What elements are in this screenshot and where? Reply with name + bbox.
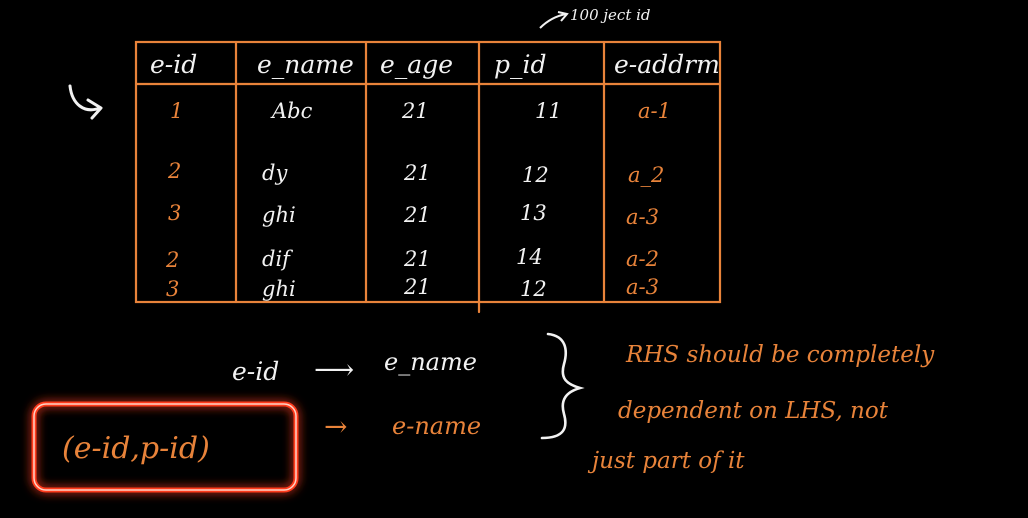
cell-e-addr: a-3 xyxy=(626,275,659,299)
cell-e-addr: a-3 xyxy=(626,205,659,229)
cell-e-age: 21 xyxy=(403,247,431,271)
fd1-rhs: e_name xyxy=(384,348,477,376)
whiteboard: 100 ject id e-id e_name e_age p_id e-add… xyxy=(0,0,1028,518)
cell-p-id: 14 xyxy=(516,245,543,269)
table-row: 2 dif 21 14 a-2 xyxy=(165,245,659,272)
cell-p-id: 12 xyxy=(520,277,547,301)
cell-e-name: Abc xyxy=(270,99,313,123)
cell-e-id: 2 xyxy=(165,248,179,272)
cell-e-addr: a_2 xyxy=(628,163,664,187)
cell-e-name: ghi xyxy=(262,203,296,227)
cell-e-id: 3 xyxy=(168,201,181,225)
fd-2: (e-id,p-id) → e-name xyxy=(62,410,481,466)
cell-e-age: 21 xyxy=(403,203,431,227)
cell-p-id: 12 xyxy=(522,163,549,187)
note-line-2: dependent on LHS, not xyxy=(618,398,889,424)
cell-e-id: 2 xyxy=(167,159,181,183)
header-e-age: e_age xyxy=(380,50,453,79)
table-row: 3 ghi 21 12 a-3 xyxy=(166,275,659,301)
header-e-addr: e-addrm xyxy=(614,50,720,79)
cell-e-name: dy xyxy=(262,161,288,185)
header-p-id: p_id xyxy=(494,50,547,79)
whiteboard-canvas: 100 ject id e-id e_name e_age p_id e-add… xyxy=(31,6,935,493)
cell-e-name: dif xyxy=(262,247,293,271)
cell-e-addr: a-2 xyxy=(626,247,659,271)
cell-p-id: 13 xyxy=(520,201,547,225)
fd-1: e-id ⟶ e_name xyxy=(232,348,477,386)
fd2-lhs: (e-id,p-id) xyxy=(62,431,210,466)
cell-e-age: 21 xyxy=(403,275,431,299)
fd2-arrow: → xyxy=(324,410,347,443)
cell-e-id: 1 xyxy=(170,99,183,123)
fd1-lhs: e-id xyxy=(232,357,279,386)
cell-e-id: 3 xyxy=(166,277,179,301)
table-row: 2 dy 21 12 a_2 xyxy=(167,159,664,187)
fd1-arrow: ⟶ xyxy=(314,353,354,386)
note-line-1: RHS should be completely xyxy=(625,342,935,368)
table-row: 3 ghi 21 13 a-3 xyxy=(168,201,659,229)
cell-e-name: ghi xyxy=(262,277,296,301)
cell-e-age: 21 xyxy=(403,161,431,185)
annotation-text: 100 ject id xyxy=(570,6,651,24)
fd2-rhs: e-name xyxy=(392,412,481,440)
cell-p-id: 11 xyxy=(535,99,562,123)
table-row: 1 Abc 21 11 a-1 xyxy=(170,99,671,123)
curly-brace xyxy=(540,332,585,440)
cell-e-age: 21 xyxy=(401,99,429,123)
note-line-3: just part of it xyxy=(587,448,745,474)
header-e-name: e_name xyxy=(257,50,354,79)
cell-e-addr: a-1 xyxy=(638,99,671,123)
note: RHS should be completely dependent on LH… xyxy=(587,342,935,474)
header-e-id: e-id xyxy=(150,50,197,79)
